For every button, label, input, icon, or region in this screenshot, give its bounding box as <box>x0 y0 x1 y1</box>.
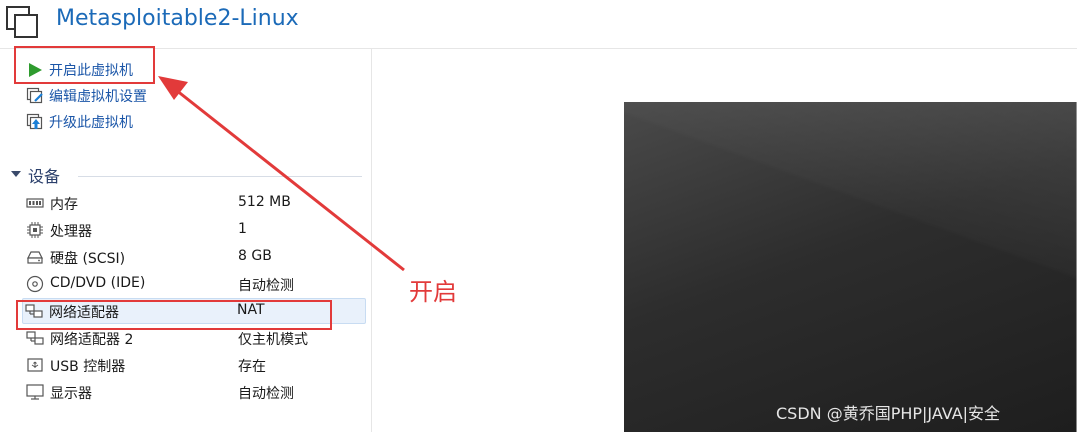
device-value: 512 MB <box>238 194 291 210</box>
watermark-text: CSDN @黄乔国PHP|JAVA|安全 <box>776 404 1001 423</box>
device-value: 1 <box>238 221 247 237</box>
device-row-network-adapter-2[interactable]: 网络适配器 2 仅主机模式 <box>24 326 364 350</box>
console-gloss <box>624 102 1077 432</box>
vm-window-icon <box>6 6 38 38</box>
devices-section-header[interactable]: 设备 <box>8 163 362 187</box>
section-divider <box>78 176 362 177</box>
device-name: CD/DVD (IDE) <box>50 275 146 291</box>
monitor-icon <box>26 384 44 400</box>
device-value: 8 GB <box>238 248 272 264</box>
edit-vm-settings-label: 编辑虚拟机设置 <box>49 89 147 105</box>
vm-header: Metasploitable2-Linux <box>0 0 1077 49</box>
network-adapter-icon <box>26 331 44 345</box>
device-row-memory[interactable]: 内存 512 MB <box>24 191 364 215</box>
device-row-processor[interactable]: 处理器 1 <box>24 218 364 242</box>
device-row-cd-dvd[interactable]: CD/DVD (IDE) 自动检测 <box>24 272 364 296</box>
device-value: 自动检测 <box>238 278 294 294</box>
device-name: 处理器 <box>50 224 92 240</box>
device-name: 网络适配器 2 <box>50 332 134 348</box>
cd-icon <box>26 275 44 293</box>
upgrade-icon <box>26 113 43 130</box>
device-name: 硬盘 (SCSI) <box>50 251 126 267</box>
collapse-triangle-icon[interactable] <box>11 171 21 177</box>
devices-section-title: 设备 <box>28 167 61 186</box>
network-adapter-icon <box>25 304 43 318</box>
power-on-vm-action[interactable]: 开启此虚拟机 <box>26 59 133 81</box>
device-value: NAT <box>237 302 265 318</box>
usb-icon <box>27 358 43 372</box>
edit-vm-settings-action[interactable]: 编辑虚拟机设置 <box>26 85 147 107</box>
device-name: 内存 <box>50 197 78 213</box>
harddisk-icon <box>27 251 43 264</box>
vm-summary-panel: 开启此虚拟机 编辑虚拟机设置 升级此虚拟机 设备 内存 512 MB 处理器 1… <box>0 49 372 432</box>
device-value: 仅主机模式 <box>238 332 308 348</box>
upgrade-vm-action[interactable]: 升级此虚拟机 <box>26 111 133 133</box>
device-row-network-adapter[interactable]: 网络适配器 NAT <box>22 298 366 324</box>
vm-title: Metasploitable2-Linux <box>56 6 299 31</box>
device-row-display[interactable]: 显示器 自动检测 <box>24 380 364 404</box>
device-value: 存在 <box>238 359 266 375</box>
device-row-usb-controller[interactable]: USB 控制器 存在 <box>24 353 364 377</box>
device-row-harddisk[interactable]: 硬盘 (SCSI) 8 GB <box>24 245 364 269</box>
memory-icon <box>26 198 44 208</box>
vm-console-preview[interactable] <box>624 102 1077 432</box>
upgrade-vm-label: 升级此虚拟机 <box>49 115 133 131</box>
device-name: USB 控制器 <box>50 359 126 375</box>
annotation-label: 开启 <box>409 278 457 306</box>
power-on-vm-label: 开启此虚拟机 <box>49 63 133 79</box>
device-name: 显示器 <box>50 386 92 402</box>
device-value: 自动检测 <box>238 386 294 402</box>
edit-settings-icon <box>26 87 43 104</box>
cpu-icon <box>27 222 43 238</box>
play-icon <box>29 63 42 77</box>
device-name: 网络适配器 <box>49 305 119 321</box>
